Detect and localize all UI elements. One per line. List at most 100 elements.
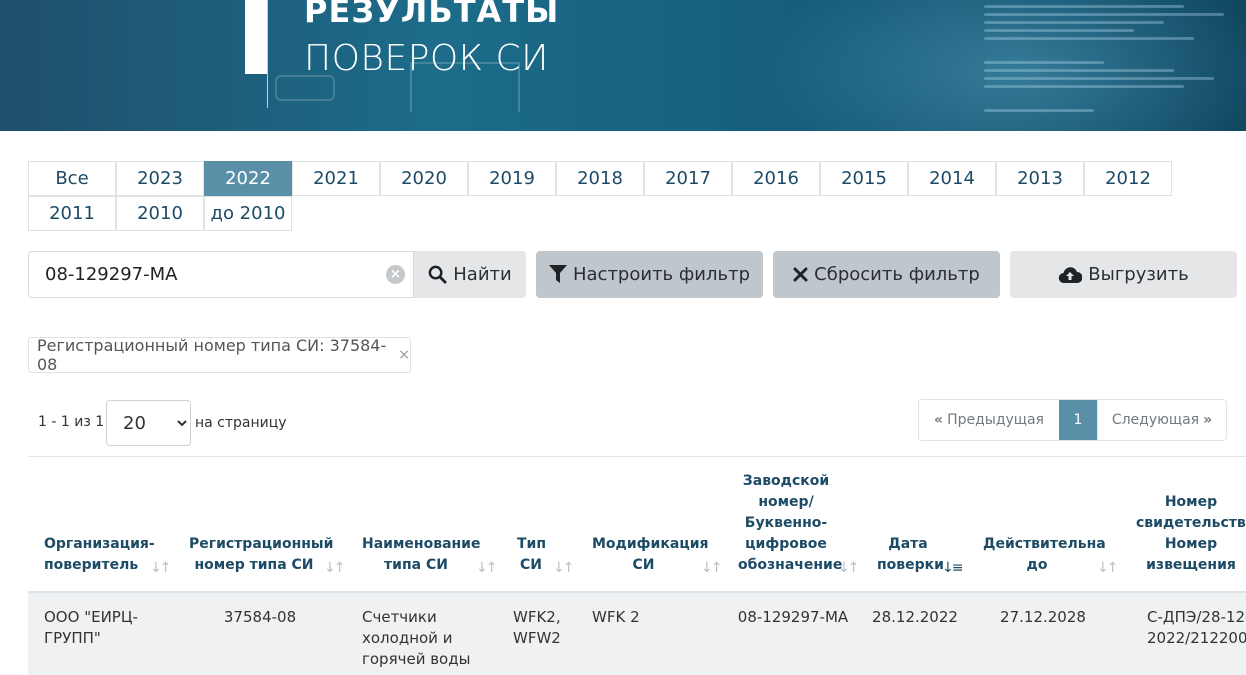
header-type-line: Тип [517, 536, 547, 552]
header-reg-number[interactable]: Регистрационный номер типа СИ [189, 534, 334, 576]
cell-org-line: ГРУПП" [44, 629, 101, 647]
year-tab[interactable]: Все [28, 161, 116, 196]
header-name-line: Наименование [362, 536, 481, 552]
current-page-button[interactable]: 1 [1059, 400, 1097, 440]
header-date-line: поверки [877, 557, 944, 573]
cloud-upload-icon [1059, 266, 1083, 283]
export-button[interactable]: Выгрузить [1010, 251, 1237, 298]
header-mod-line: СИ [632, 557, 655, 573]
year-tab[interactable]: 2019 [468, 161, 556, 196]
header-certificate[interactable]: Номер свидетельства/ Номер извещения [1136, 492, 1246, 576]
per-page-select[interactable]: 20 [106, 400, 191, 446]
cell-certificate[interactable]: С-ДПЭ/28-12- 2022/212200618 [1147, 607, 1246, 649]
year-tab[interactable]: 2010 [116, 196, 204, 231]
year-tab[interactable]: 2017 [644, 161, 732, 196]
reset-filter-label: Сбросить фильтр [814, 264, 980, 285]
next-page-button[interactable]: Следующая » [1097, 400, 1226, 440]
results-range: 1 - 1 из 1 [38, 414, 105, 430]
banner-code-decoration [984, 0, 1246, 131]
header-serial-line: Буквенно- [744, 515, 828, 531]
sort-icon[interactable]: ↓↑ [324, 560, 346, 576]
pagination: « Предыдущая 1 Следующая » [918, 399, 1227, 441]
cell-valid-until: 27.12.2028 [1000, 608, 1086, 626]
active-filter-chip: Регистрационный номер типа СИ: 37584-08 … [28, 336, 411, 374]
year-tab[interactable]: 2021 [292, 161, 380, 196]
header-mod-line: Модификация [592, 536, 709, 552]
double-chevron-right-icon: » [1203, 412, 1213, 428]
sort-icon[interactable]: ↓↑ [553, 560, 575, 576]
cell-type-line: WFW2 [513, 629, 561, 647]
cell-name-line: холодной и [362, 629, 453, 647]
header-serial-line: Заводской [742, 473, 830, 489]
find-button[interactable]: Найти [414, 251, 526, 298]
year-tab[interactable]: 2011 [28, 196, 116, 231]
find-button-label: Найти [453, 264, 512, 285]
header-serial[interactable]: Заводской номер/ Буквенно- цифровое обоз… [738, 471, 843, 576]
header-name[interactable]: Наименование типа СИ [362, 534, 481, 576]
page-title: РЕЗУЛЬТАТЫ [304, 0, 560, 30]
sort-icon[interactable]: ↓↑ [1097, 560, 1119, 576]
cell-serial: 08-129297-MA [737, 608, 849, 626]
header-date-line: Дата [888, 536, 928, 552]
header-cert-line: свидетельства/ [1136, 515, 1246, 531]
header-serial-line: номер/ [758, 494, 814, 510]
sort-desc-icon[interactable]: ↓≡ [942, 560, 964, 576]
header-org-line: поверитель [44, 557, 139, 573]
prev-page-button[interactable]: « Предыдущая [919, 400, 1059, 440]
year-tab[interactable]: до 2010 [204, 196, 292, 231]
year-tab[interactable]: 2014 [908, 161, 996, 196]
header-org[interactable]: Организация- поверитель [44, 534, 155, 576]
search-input[interactable] [29, 252, 379, 297]
year-tab[interactable]: 2018 [556, 161, 644, 196]
header-valid-until[interactable]: Действительна до [983, 534, 1106, 576]
header-cert-line: извещения [1146, 557, 1236, 573]
search-icon [428, 265, 447, 284]
header-serial-line: цифровое [745, 536, 827, 552]
cell-name-line: Счетчики [362, 608, 437, 626]
sort-icon[interactable]: ↓↑ [476, 560, 498, 576]
configure-filter-label: Настроить фильтр [572, 264, 750, 285]
sort-icon[interactable]: ↓↑ [838, 560, 860, 576]
header-reg-line: Регистрационный [189, 536, 334, 552]
cell-cert-line: 2022/212200618 [1147, 629, 1246, 647]
page-banner: РЕЗУЛЬТАТЫ ПОВЕРОК СИ [0, 0, 1246, 131]
header-date[interactable]: Дата поверки [877, 534, 944, 576]
clear-search-icon[interactable]: × [386, 265, 405, 284]
year-tab[interactable]: 2015 [820, 161, 908, 196]
year-tab[interactable]: 2022 [204, 161, 292, 196]
year-tab[interactable]: 2013 [996, 161, 1084, 196]
sort-icon[interactable]: ↓↑ [701, 560, 723, 576]
year-tab[interactable]: 2016 [732, 161, 820, 196]
year-tab[interactable]: 2020 [380, 161, 468, 196]
page-subtitle: ПОВЕРОК СИ [304, 38, 549, 79]
table-top-border [28, 456, 1246, 457]
cell-type: WFK2, WFW2 [513, 607, 561, 649]
header-type-line: СИ [520, 557, 542, 573]
header-type[interactable]: Тип СИ [517, 534, 547, 576]
cell-type-line: WFK2, [513, 608, 561, 626]
header-modification[interactable]: Модификация СИ [592, 534, 709, 576]
sort-icon[interactable]: ↓↑ [150, 560, 172, 576]
cell-name: Счетчики холодной и горячей воды [362, 607, 470, 670]
remove-filter-icon[interactable]: × [398, 347, 410, 363]
header-serial-line: обозначение [738, 557, 843, 573]
reset-filter-button[interactable]: Сбросить фильтр [773, 251, 1000, 298]
cell-org-line: ООО "ЕИРЦ- [44, 608, 138, 626]
active-filter-text: Регистрационный номер типа СИ: 37584-08 [37, 336, 387, 374]
year-tab[interactable]: 2023 [116, 161, 204, 196]
header-valid-line: до [1026, 557, 1048, 573]
cell-cert-line: С-ДПЭ/28-12- [1147, 608, 1246, 626]
search-box: × [28, 251, 414, 298]
prev-page-label: Предыдущая [947, 412, 1044, 428]
next-page-label: Следующая [1111, 412, 1200, 428]
export-button-label: Выгрузить [1088, 264, 1189, 285]
close-icon [793, 267, 808, 282]
cell-name-line: горячей воды [362, 650, 471, 668]
year-tab[interactable]: 2012 [1084, 161, 1172, 196]
header-valid-line: Действительна [983, 536, 1106, 552]
header-name-line: типа СИ [384, 557, 448, 573]
banner-divider [267, 0, 268, 108]
table-row[interactable] [28, 593, 1246, 675]
cell-modification: WFK 2 [592, 608, 640, 626]
configure-filter-button[interactable]: Настроить фильтр [536, 251, 763, 298]
